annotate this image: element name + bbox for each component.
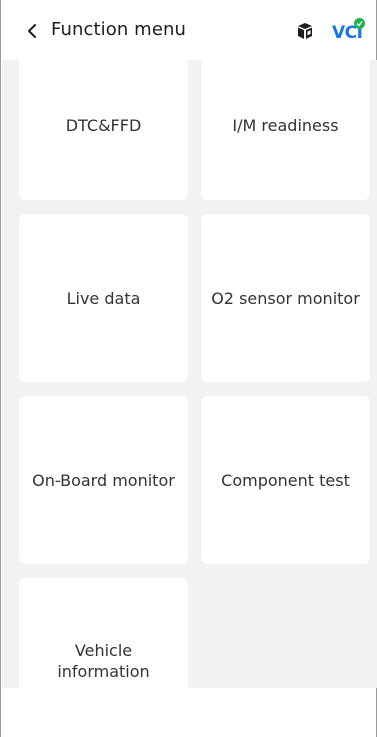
cube-icon[interactable] — [296, 22, 314, 40]
menu-item-on-board-monitor[interactable]: On-Board monitor — [19, 396, 188, 564]
menu-item-live-data[interactable]: Live data — [19, 214, 188, 382]
menu-item-dtc-ffd[interactable]: DTC&FFD — [19, 60, 188, 200]
top-bar: Function menu VCI — [1, 0, 376, 60]
app-screen: Function menu VCI DTC&FFD I/M readiness — [0, 0, 377, 737]
back-button[interactable] — [23, 22, 41, 40]
function-menu-grid: DTC&FFD I/M readiness Live data O2 senso… — [2, 60, 377, 688]
menu-item-vehicle-information[interactable]: Vehicle information — [19, 578, 188, 688]
menu-item-label: Component test — [221, 470, 350, 490]
menu-item-label: Vehicle information — [57, 641, 150, 681]
menu-item-o2-sensor-monitor[interactable]: O2 sensor monitor — [201, 214, 370, 382]
menu-item-im-readiness[interactable]: I/M readiness — [201, 60, 370, 200]
menu-item-label: DTC&FFD — [65, 115, 142, 135]
menu-item-label: Live data — [66, 288, 141, 308]
menu-item-label: O2 sensor monitor — [211, 288, 360, 308]
menu-item-label: I/M readiness — [232, 115, 339, 135]
connected-status-icon — [354, 18, 365, 29]
chevron-left-icon — [28, 24, 36, 38]
menu-item-component-test[interactable]: Component test — [201, 396, 370, 564]
menu-item-label: On-Board monitor — [32, 470, 175, 490]
bottom-bar — [1, 688, 376, 737]
vci-status-button[interactable]: VCI — [332, 18, 368, 44]
page-title: Function menu — [51, 19, 187, 40]
